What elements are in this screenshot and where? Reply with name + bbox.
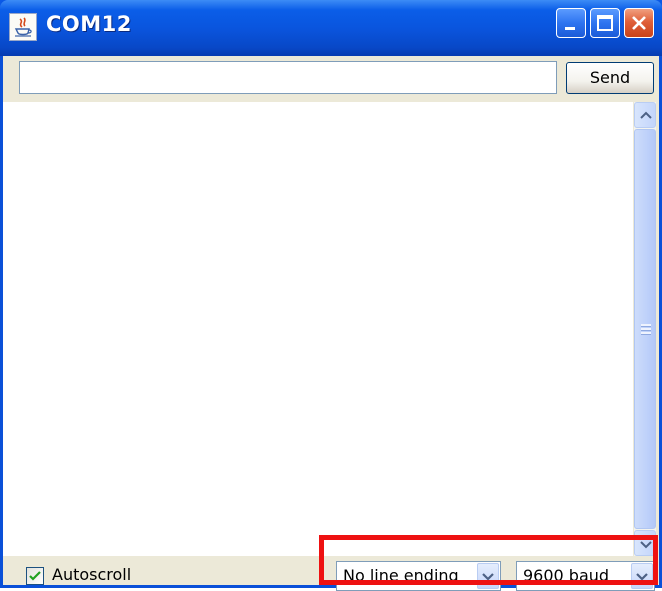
baud-rate-value: 9600 baud	[523, 566, 610, 585]
client-area: Send Autoscroll No line ending 9600 baud	[3, 56, 659, 591]
checkmark-icon	[29, 571, 41, 581]
line-ending-value: No line ending	[343, 566, 459, 585]
autoscroll-label: Autoscroll	[52, 565, 132, 584]
chevron-down-icon	[636, 573, 648, 581]
serial-output-area[interactable]	[3, 102, 633, 556]
baud-rate-select[interactable]: 9600 baud	[516, 561, 655, 591]
chevron-down-icon	[640, 541, 652, 549]
minimize-icon	[565, 27, 575, 30]
vertical-scrollbar[interactable]	[634, 102, 656, 556]
scroll-down-button[interactable]	[634, 530, 656, 556]
maximize-icon	[597, 15, 613, 31]
title-bar[interactable]: COM12	[0, 0, 662, 56]
chevron-down-icon	[482, 573, 494, 581]
line-ending-select[interactable]: No line ending	[336, 561, 501, 591]
scroll-grip-icon	[641, 324, 651, 335]
java-icon	[9, 13, 37, 41]
minimize-button[interactable]	[556, 8, 586, 38]
window-title: COM12	[46, 12, 132, 36]
autoscroll-checkbox[interactable]	[26, 567, 44, 585]
baud-rate-dropdown-button[interactable]	[631, 563, 653, 589]
scroll-thumb[interactable]	[634, 129, 656, 529]
send-button[interactable]: Send	[566, 62, 654, 94]
scroll-up-button[interactable]	[634, 102, 656, 128]
close-icon	[632, 16, 646, 30]
close-button[interactable]	[624, 8, 654, 38]
line-ending-dropdown-button[interactable]	[477, 563, 499, 589]
maximize-button[interactable]	[590, 8, 620, 38]
serial-monitor-window: COM12 Send Autoscroll No line ending 960…	[0, 0, 662, 591]
chevron-up-icon	[640, 111, 652, 119]
send-input[interactable]	[19, 61, 557, 94]
